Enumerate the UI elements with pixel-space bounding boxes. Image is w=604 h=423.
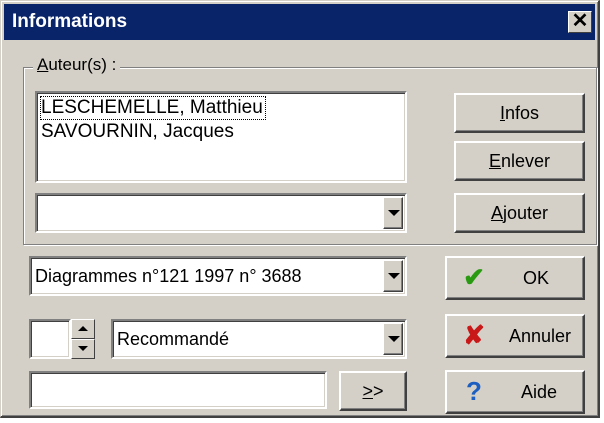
ajouter-button-label: Ajouter	[490, 203, 549, 223]
close-button[interactable]: ✕	[568, 11, 592, 33]
spin-buttons[interactable]	[71, 319, 95, 359]
cross-icon: ✘	[463, 320, 485, 350]
spin-value-field[interactable]	[29, 319, 71, 359]
infos-button[interactable]: Infos	[454, 93, 585, 133]
author-combo[interactable]	[35, 193, 407, 233]
close-icon: ✕	[571, 10, 589, 32]
ok-button-label: OK	[522, 268, 549, 288]
spin-up-icon[interactable]	[71, 319, 95, 339]
more-button[interactable]: >>	[339, 371, 407, 411]
chevron-down-icon[interactable]	[383, 323, 403, 355]
question-mark-icon: ?	[466, 376, 482, 406]
help-button-label: Aide	[520, 382, 557, 402]
authors-group-label: Auteur(s) :	[33, 55, 121, 75]
cancel-button-label: Annuler	[508, 326, 571, 346]
ajouter-button[interactable]: Ajouter	[454, 193, 585, 233]
help-button[interactable]: ? Aide	[445, 370, 585, 414]
enlever-button-label: Enlever	[488, 151, 551, 171]
infos-button-label: Infos	[499, 103, 540, 123]
authors-listbox[interactable]: LESCHEMELLE, Matthieu SAVOURNIN, Jacques	[35, 91, 407, 183]
recommendation-combo-value: Recommandé	[117, 329, 230, 349]
cancel-button[interactable]: ✘ Annuler	[445, 314, 585, 358]
reference-combo[interactable]: Diagrammes n°121 1997 n° 3688	[29, 256, 407, 296]
window-title: Informations	[12, 11, 128, 32]
spin-down-icon[interactable]	[71, 339, 95, 359]
enlever-button[interactable]: Enlever	[454, 141, 585, 181]
text-input[interactable]	[29, 371, 327, 409]
chevron-down-icon[interactable]	[383, 260, 403, 292]
ok-button[interactable]: ✔ OK	[445, 256, 585, 300]
more-button-label: >>	[362, 381, 384, 401]
title-bar: Informations ✕	[4, 4, 595, 40]
author-list-item[interactable]: SAVOURNIN, Jacques	[41, 121, 234, 143]
checkmark-icon: ✔	[463, 262, 485, 292]
chevron-down-icon[interactable]	[383, 197, 403, 229]
recommendation-combo[interactable]: Recommandé	[111, 319, 407, 359]
author-list-item[interactable]: LESCHEMELLE, Matthieu	[40, 96, 266, 120]
reference-combo-value: Diagrammes n°121 1997 n° 3688	[35, 266, 302, 286]
informations-dialog: Informations ✕ Auteur(s) : LESCHEMELLE, …	[0, 0, 600, 418]
